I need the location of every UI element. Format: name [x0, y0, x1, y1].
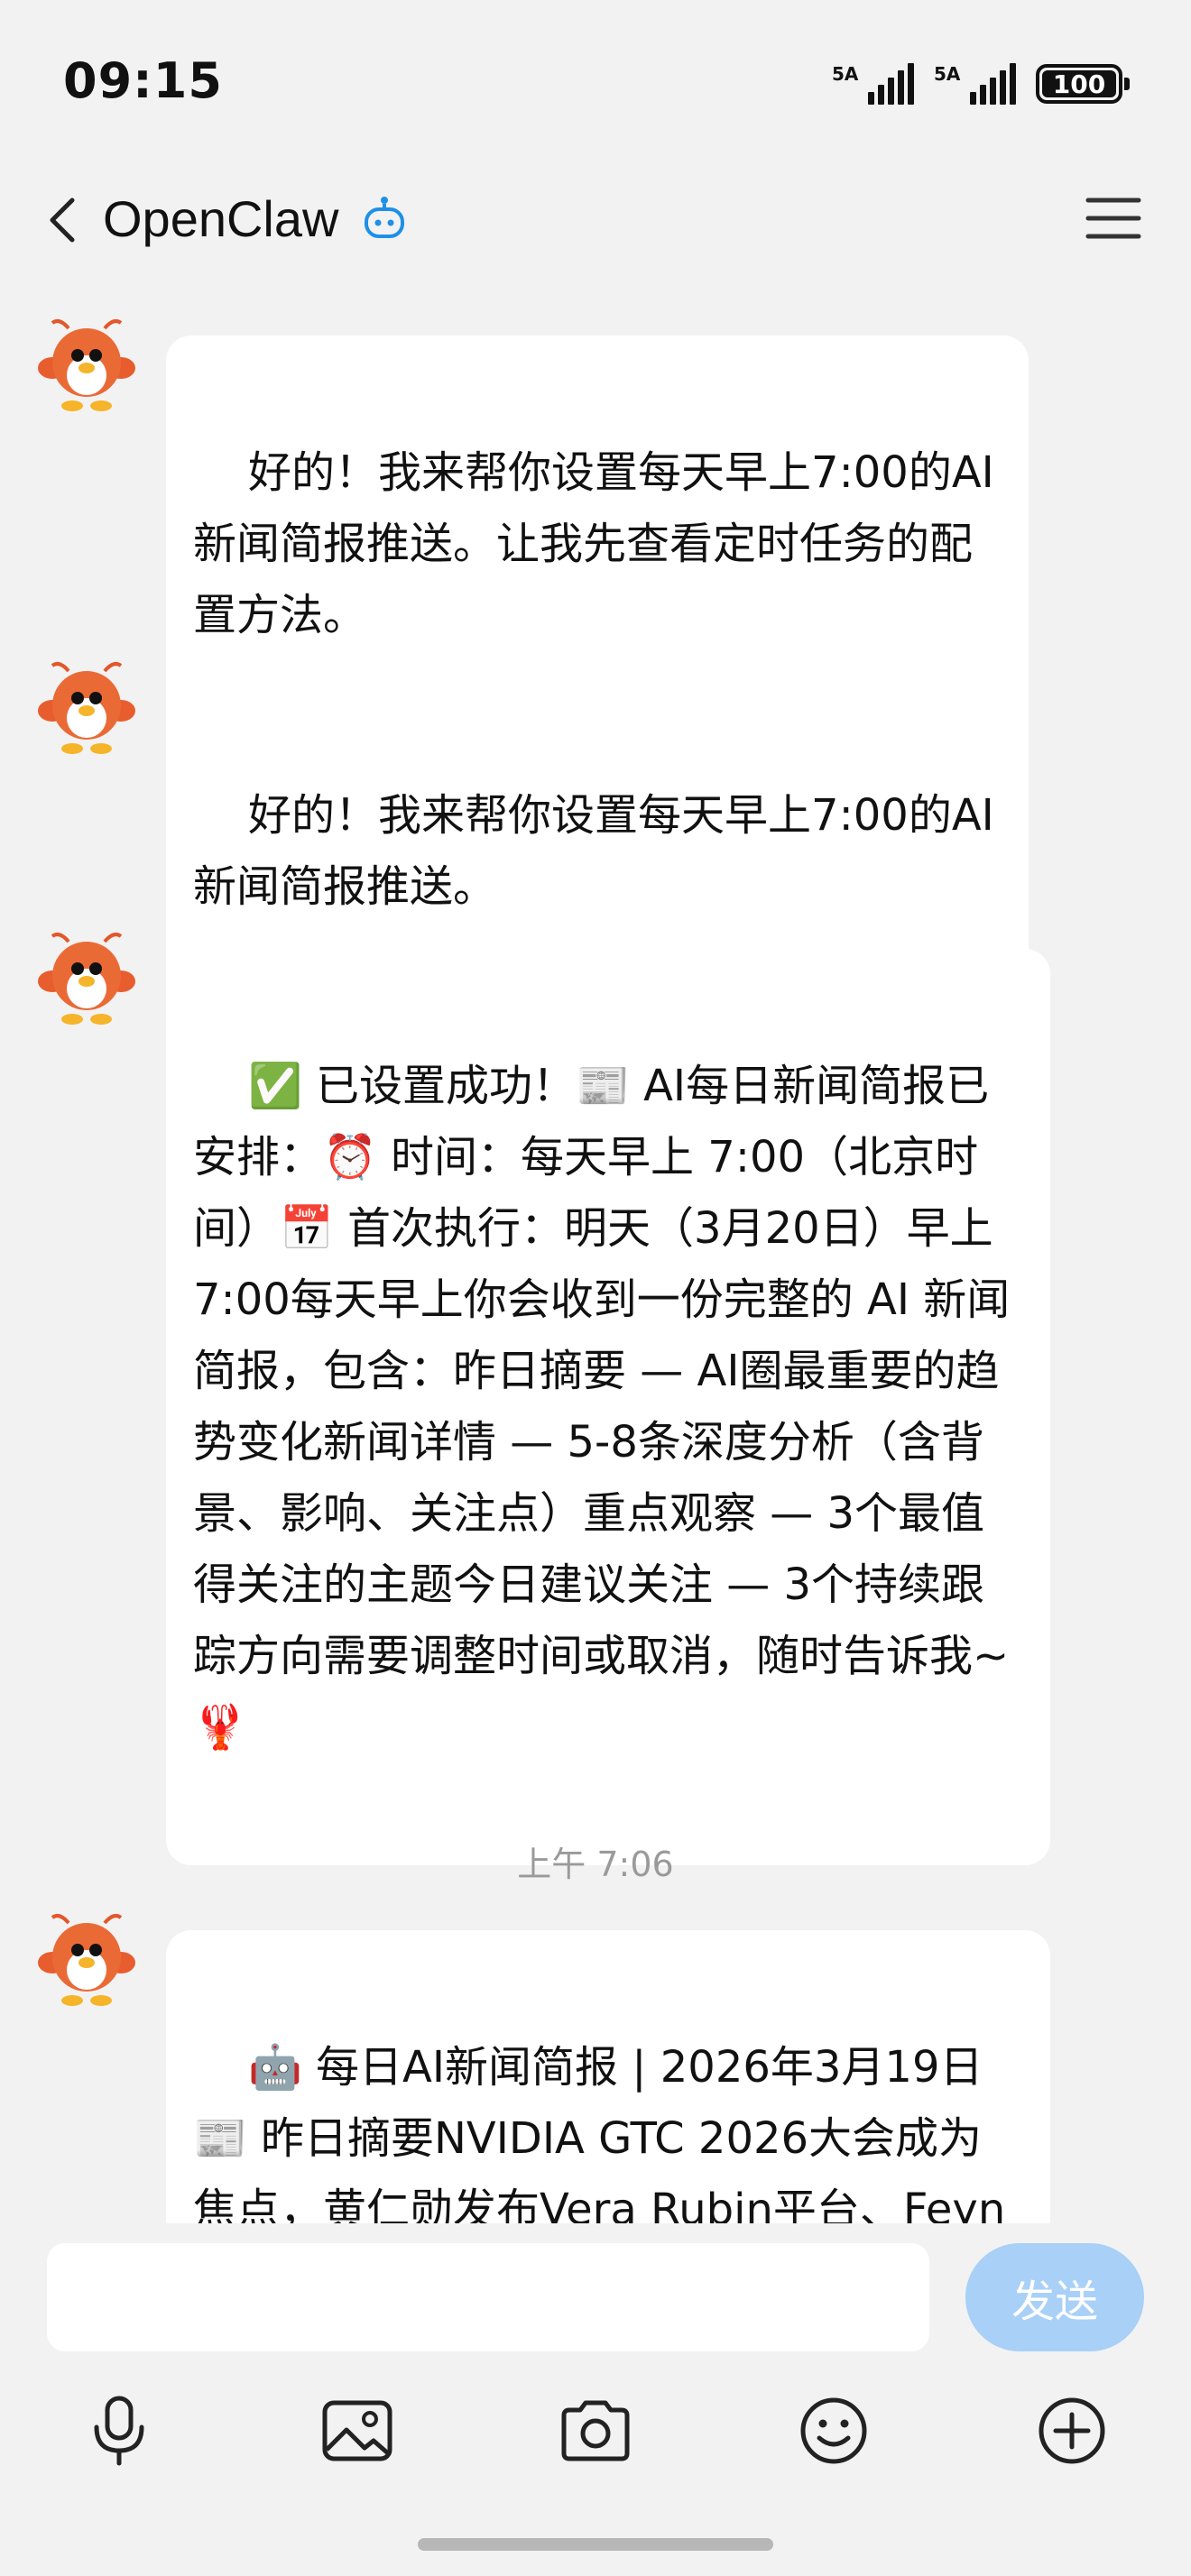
cellular-signal-icon: 5A — [934, 63, 1016, 105]
chevron-left-icon — [50, 198, 75, 243]
message-text: 好的！我来帮你设置每天早上7:00的AI新闻简报推送。让我先查看定时任务的配置方… — [193, 447, 994, 640]
chat-title: OpenClaw — [103, 190, 339, 247]
signal-label: 5A — [934, 63, 961, 85]
battery-level: 100 — [1052, 69, 1106, 99]
battery-icon: 100 — [1036, 64, 1130, 104]
status-bar: 09:15 5A 5A 100 — [0, 0, 1191, 171]
status-time: 09:15 — [63, 52, 223, 109]
message-input[interactable] — [47, 2243, 929, 2351]
voice-button[interactable] — [74, 2386, 164, 2476]
chat-message-list[interactable]: 好的！我来帮你设置每天早上7:00的AI新闻简报推送。让我先查看定时任务的配置方… — [0, 298, 1191, 2223]
composer-toolbar — [0, 2386, 1191, 2494]
hamburger-menu-icon — [1085, 198, 1141, 239]
image-icon — [322, 2400, 392, 2461]
emoji-icon — [800, 2397, 867, 2464]
more-button[interactable] — [1027, 2386, 1117, 2476]
cellular-signal-icon: 5A — [832, 63, 914, 105]
camera-button[interactable] — [550, 2386, 641, 2476]
bot-avatar[interactable] — [32, 658, 141, 767]
bot-avatar[interactable] — [32, 929, 141, 1037]
plus-circle-icon — [1039, 2397, 1105, 2464]
message-timestamp: 上午 7:06 — [517, 1845, 674, 1884]
status-indicators: 5A 5A 100 — [832, 63, 1130, 105]
microphone-icon — [94, 2396, 144, 2466]
message-text: ✅ 已设置成功！📰 AI每日新闻简报已安排：⏰ 时间：每天早上 7:00（北京时… — [193, 1061, 1023, 1753]
bot-avatar[interactable] — [32, 316, 141, 424]
image-button[interactable] — [312, 2386, 402, 2476]
emoji-button[interactable] — [789, 2386, 879, 2476]
signal-label: 5A — [832, 63, 859, 85]
message-bubble[interactable]: ✅ 已设置成功！📰 AI每日新闻简报已安排：⏰ 时间：每天早上 7:00（北京时… — [166, 949, 1050, 1865]
chat-header: OpenClaw — [0, 171, 1191, 271]
bot-avatar[interactable] — [32, 1910, 141, 2019]
home-indicator[interactable] — [418, 2538, 773, 2551]
menu-button[interactable] — [1085, 193, 1142, 244]
message-bubble[interactable]: 🤖 每日AI新闻简报 | 2026年3月19日📰 昨日摘要NVIDIA GTC … — [166, 1930, 1050, 2223]
message-text: 好的！我来帮你设置每天早上7:00的AI新闻简报推送。 — [193, 790, 994, 912]
message-text: 🤖 每日AI新闻简报 | 2026年3月19日📰 昨日摘要NVIDIA GTC … — [193, 2042, 1006, 2223]
camera-icon — [561, 2400, 630, 2461]
robot-icon — [361, 195, 408, 242]
composer: 发送 — [0, 2223, 1191, 2576]
back-button[interactable] — [38, 193, 92, 247]
send-button[interactable]: 发送 — [965, 2243, 1144, 2351]
